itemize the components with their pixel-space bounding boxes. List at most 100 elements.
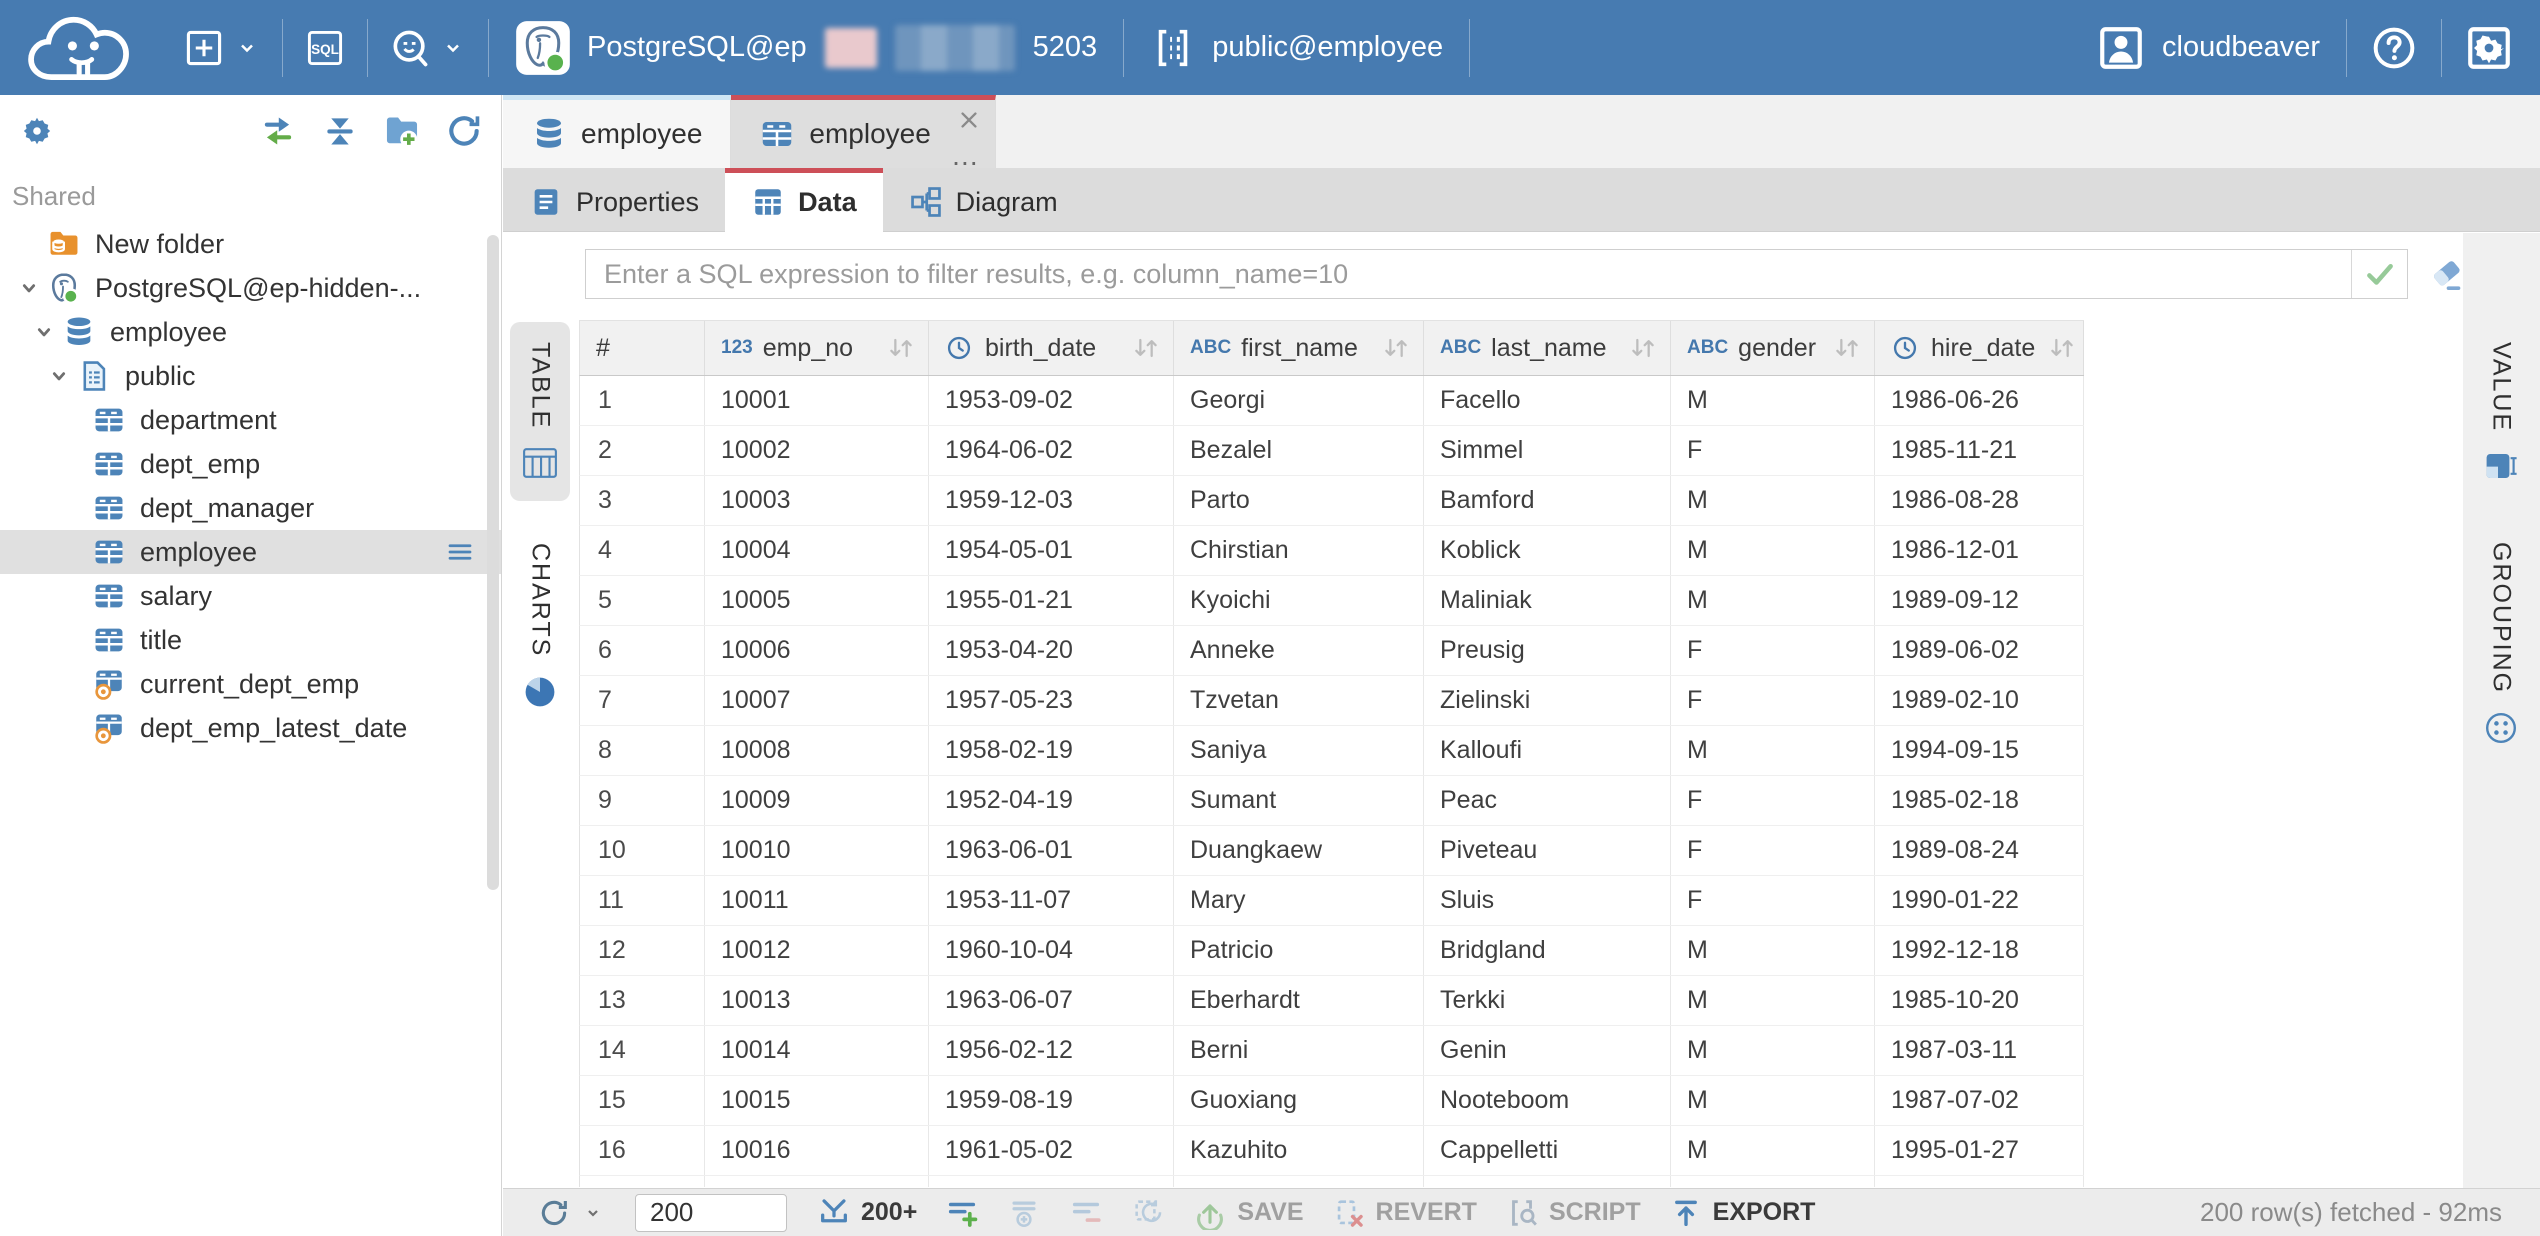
- save-button[interactable]: SAVE: [1179, 1189, 1317, 1236]
- cell-hire_date[interactable]: 1986-06-26: [1875, 376, 2084, 425]
- cell-first_name[interactable]: Anneke: [1174, 626, 1424, 675]
- cell-hire_date[interactable]: 1990-01-22: [1875, 876, 2084, 925]
- sort-icon[interactable]: [1129, 334, 1163, 362]
- delete-row-button[interactable]: [1055, 1189, 1117, 1236]
- cell-gender[interactable]: M: [1671, 526, 1875, 575]
- cell-first_name[interactable]: Guoxiang: [1174, 1076, 1424, 1125]
- cell-first_name[interactable]: Kazuhito: [1174, 1126, 1424, 1175]
- cell-birth_date[interactable]: 1963-06-07: [929, 976, 1174, 1025]
- cell-first_name[interactable]: Georgi: [1174, 376, 1424, 425]
- tree-item-dept-emp[interactable]: dept_emp: [0, 442, 501, 486]
- apply-filter-button[interactable]: [2351, 250, 2407, 298]
- cell-emp_no[interactable]: 10011: [705, 876, 929, 925]
- row-number[interactable]: 12: [580, 926, 705, 975]
- cell-last_name[interactable]: Cappelletti: [1424, 1126, 1671, 1175]
- script-button[interactable]: SCRIPT: [1491, 1189, 1655, 1236]
- tree-item-postgresql-ep-hidden[interactable]: PostgreSQL@ep-hidden-...: [0, 266, 501, 310]
- cell-gender[interactable]: F: [1671, 876, 1875, 925]
- cell-last_name[interactable]: Zielinski: [1424, 676, 1671, 725]
- expand-chevron-icon[interactable]: [15, 273, 47, 303]
- column-header-gender[interactable]: ABCgender: [1671, 321, 1875, 375]
- cell-birth_date[interactable]: 1964-06-02: [929, 426, 1174, 475]
- cell-gender[interactable]: F: [1671, 676, 1875, 725]
- cell-emp_no[interactable]: 10001: [705, 376, 929, 425]
- row-number[interactable]: 16: [580, 1126, 705, 1175]
- cell-emp_no[interactable]: 10004: [705, 526, 929, 575]
- cell-first_name[interactable]: Berni: [1174, 1026, 1424, 1075]
- cell-hire_date[interactable]: 1985-10-20: [1875, 976, 2084, 1025]
- column-header-hire_date[interactable]: hire_date: [1875, 321, 2084, 375]
- tab-diagram[interactable]: Diagram: [883, 168, 1084, 231]
- cell-first_name[interactable]: Patricio: [1174, 926, 1424, 975]
- sort-icon[interactable]: [1626, 334, 1660, 362]
- sort-icon[interactable]: [1830, 334, 1864, 362]
- tab-value-panel[interactable]: VALUE: [2471, 322, 2531, 504]
- sort-icon[interactable]: [1379, 334, 1413, 362]
- column-header-birth_date[interactable]: birth_date: [929, 321, 1174, 375]
- link-with-editor-button[interactable]: [257, 110, 299, 152]
- cell-gender[interactable]: M: [1671, 926, 1875, 975]
- settings-button[interactable]: [2442, 0, 2540, 95]
- navigator-settings-button[interactable]: [16, 110, 58, 152]
- cell-last_name[interactable]: Facello: [1424, 376, 1671, 425]
- help-button[interactable]: [2347, 0, 2441, 95]
- column-header-first_name[interactable]: ABCfirst_name: [1174, 321, 1424, 375]
- cell-hire_date[interactable]: 1989-02-10: [1875, 676, 2084, 725]
- export-button[interactable]: EXPORT: [1655, 1189, 1830, 1236]
- cell-emp_no[interactable]: 10006: [705, 626, 929, 675]
- tree-item-salary[interactable]: salary: [0, 574, 501, 618]
- cell-gender[interactable]: M: [1671, 376, 1875, 425]
- tab-properties[interactable]: Properties: [503, 168, 725, 231]
- cell-hire_date[interactable]: 1992-12-18: [1875, 926, 2084, 975]
- cell-birth_date[interactable]: 1956-02-12: [929, 1026, 1174, 1075]
- row-number[interactable]: 4: [580, 526, 705, 575]
- cell-first_name[interactable]: Chirstian: [1174, 526, 1424, 575]
- cell-birth_date[interactable]: 1952-04-19: [929, 776, 1174, 825]
- cell-gender[interactable]: M: [1671, 476, 1875, 525]
- expand-chevron-icon[interactable]: [30, 317, 62, 347]
- cell-hire_date[interactable]: 1989-06-02: [1875, 626, 2084, 675]
- row-number[interactable]: 6: [580, 626, 705, 675]
- cell-birth_date[interactable]: 1953-11-07: [929, 876, 1174, 925]
- tree-item-title[interactable]: title: [0, 618, 501, 662]
- cell-emp_no[interactable]: 10005: [705, 576, 929, 625]
- refresh-result-button[interactable]: [523, 1189, 619, 1236]
- driver-search-button[interactable]: [368, 0, 488, 95]
- expand-chevron-icon[interactable]: [45, 361, 77, 391]
- cell-first_name[interactable]: Duangkaew: [1174, 826, 1424, 875]
- cell-hire_date[interactable]: 1986-12-01: [1875, 526, 2084, 575]
- connection-selector[interactable]: PostgreSQL@ep 5203: [489, 0, 1123, 95]
- cell-first_name[interactable]: Mary: [1174, 876, 1424, 925]
- cell-gender[interactable]: M: [1671, 726, 1875, 775]
- cell-last_name[interactable]: Bamford: [1424, 476, 1671, 525]
- close-tab-icon[interactable]: [955, 106, 983, 134]
- row-number[interactable]: 15: [580, 1076, 705, 1125]
- tree-item-current-dept-emp[interactable]: current_dept_emp: [0, 662, 501, 706]
- cell-hire_date[interactable]: 1986-08-28: [1875, 476, 2084, 525]
- cell-last_name[interactable]: Terkki: [1424, 976, 1671, 1025]
- cell-last_name[interactable]: Genin: [1424, 1026, 1671, 1075]
- row-number[interactable]: 2: [580, 426, 705, 475]
- row-number[interactable]: 10: [580, 826, 705, 875]
- cell-birth_date[interactable]: 1959-08-19: [929, 1076, 1174, 1125]
- column-header-last_name[interactable]: ABClast_name: [1424, 321, 1671, 375]
- cell-gender[interactable]: F: [1671, 826, 1875, 875]
- tab-table-presentation[interactable]: TABLE: [510, 322, 570, 501]
- tree-item-employee[interactable]: employee: [0, 310, 501, 354]
- row-number[interactable]: 8: [580, 726, 705, 775]
- sort-icon[interactable]: [2045, 334, 2079, 362]
- cell-emp_no[interactable]: 10002: [705, 426, 929, 475]
- new-folder-button[interactable]: [381, 110, 423, 152]
- cell-gender[interactable]: M: [1671, 576, 1875, 625]
- tree-item-employee[interactable]: employee: [0, 530, 501, 574]
- cell-gender[interactable]: F: [1671, 426, 1875, 475]
- cell-gender[interactable]: M: [1671, 1126, 1875, 1175]
- cell-gender[interactable]: M: [1671, 976, 1875, 1025]
- cell-hire_date[interactable]: 1989-08-24: [1875, 826, 2084, 875]
- row-number-header[interactable]: #: [580, 321, 705, 375]
- cell-hire_date[interactable]: 1987-07-02: [1875, 1076, 2084, 1125]
- row-number[interactable]: 5: [580, 576, 705, 625]
- revert-button[interactable]: REVERT: [1318, 1189, 1491, 1236]
- cell-last_name[interactable]: Piveteau: [1424, 826, 1671, 875]
- row-number[interactable]: 13: [580, 976, 705, 1025]
